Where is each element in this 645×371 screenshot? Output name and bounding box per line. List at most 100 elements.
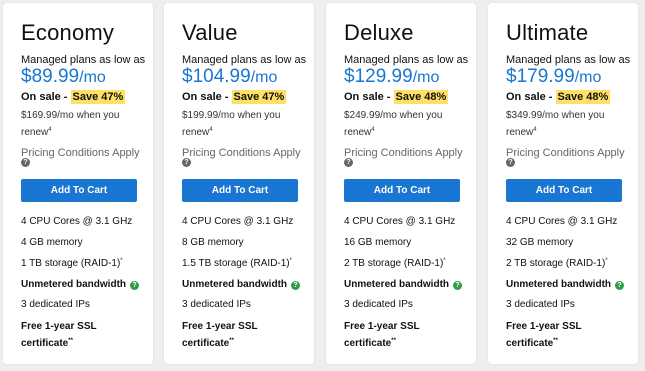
storage-footnote: * xyxy=(605,258,608,264)
price-period: /mo xyxy=(250,69,278,86)
save-badge: Save 48% xyxy=(555,90,611,104)
pricing-conditions-link[interactable]: Pricing Conditions Apply xyxy=(21,147,140,159)
storage-footnote: * xyxy=(289,258,292,264)
storage-text: 1.5 TB storage (RAID-1) xyxy=(182,258,290,269)
renewal-text: $249.99/mo when you renew xyxy=(344,110,443,138)
renewal-footnote: 4 xyxy=(48,127,52,133)
price-period: /mo xyxy=(574,69,602,86)
add-to-cart-button[interactable]: Add To Cart xyxy=(21,179,137,202)
feature-memory: 8 GB memory xyxy=(182,237,244,248)
storage-text: 2 TB storage (RAID-1) xyxy=(506,258,606,269)
ssl-text: Free 1-year SSL certificate xyxy=(506,321,582,349)
bandwidth-text: Unmetered bandwidth xyxy=(344,279,450,290)
feature-storage: 2 TB storage (RAID-1)* xyxy=(506,258,608,269)
renewal-footnote: 4 xyxy=(371,127,375,133)
renewal-footnote: 4 xyxy=(533,127,537,133)
bandwidth-text: Unmetered bandwidth xyxy=(182,279,288,290)
sale-prefix: On sale - xyxy=(506,91,556,103)
ssl-footnote: ** xyxy=(553,338,558,344)
price-period: /mo xyxy=(412,69,440,86)
feature-storage: 1.5 TB storage (RAID-1)* xyxy=(182,258,292,269)
pricing-conditions-link[interactable]: Pricing Conditions Apply xyxy=(182,147,301,159)
renewal-price: $249.99/mo when you renew4 xyxy=(344,108,469,140)
question-circle-icon[interactable]: ? xyxy=(506,158,515,167)
plan-name: Ultimate xyxy=(506,20,589,45)
renewal-text: $199.99/mo when you renew xyxy=(182,110,281,138)
plan-card-deluxe: Deluxe Managed plans as low as $129.99/m… xyxy=(326,3,476,364)
feature-storage: 2 TB storage (RAID-1)* xyxy=(344,258,446,269)
feature-storage: 1 TB storage (RAID-1)* xyxy=(21,258,123,269)
ssl-footnote: ** xyxy=(391,338,396,344)
feature-cpu: 4 CPU Cores @ 3.1 GHz xyxy=(344,216,456,227)
storage-text: 2 TB storage (RAID-1) xyxy=(344,258,444,269)
pricing-conditions-link[interactable]: Pricing Conditions Apply xyxy=(344,147,463,159)
plan-intro: Managed plans as low as xyxy=(344,54,469,66)
sale-prefix: On sale - xyxy=(344,91,394,103)
pricing-cards: Economy Managed plans as low as $89.99/m… xyxy=(0,0,645,371)
ssl-footnote: ** xyxy=(229,338,234,344)
plan-name: Value xyxy=(182,20,238,45)
green-question-circle-icon[interactable]: ? xyxy=(615,281,625,290)
feature-cpu: 4 CPU Cores @ 3.1 GHz xyxy=(506,216,618,227)
plan-name: Economy xyxy=(21,20,115,45)
bandwidth-text: Unmetered bandwidth xyxy=(506,279,612,290)
feature-cpu: 4 CPU Cores @ 3.1 GHz xyxy=(182,216,294,227)
feature-ips: 3 dedicated IPs xyxy=(344,299,413,310)
renewal-text: $349.99/mo when you renew xyxy=(506,110,605,138)
green-question-circle-icon[interactable]: ? xyxy=(291,281,301,290)
sale-prefix: On sale - xyxy=(21,91,71,103)
plan-price: $129.99/mo xyxy=(344,66,439,88)
storage-footnote: * xyxy=(120,258,123,264)
green-question-circle-icon[interactable]: ? xyxy=(453,281,463,290)
price-period: /mo xyxy=(79,69,106,86)
feature-ssl: Free 1-year SSL certificate** xyxy=(506,320,616,351)
save-badge: Save 47% xyxy=(70,90,126,104)
sale-line: On sale - Save 48% xyxy=(506,90,611,104)
feature-memory: 4 GB memory xyxy=(21,237,83,248)
green-question-circle-icon[interactable]: ? xyxy=(130,281,140,290)
bandwidth-text: Unmetered bandwidth xyxy=(21,279,127,290)
plan-name: Deluxe xyxy=(344,20,414,45)
ssl-text: Free 1-year SSL certificate xyxy=(344,321,420,349)
storage-text: 1 TB storage (RAID-1) xyxy=(21,258,121,269)
feature-ips: 3 dedicated IPs xyxy=(506,299,575,310)
feature-bandwidth: Unmetered bandwidth? xyxy=(182,279,301,290)
pricing-conditions-link[interactable]: Pricing Conditions Apply xyxy=(506,147,625,159)
save-badge: Save 47% xyxy=(231,90,287,104)
sale-line: On sale - Save 47% xyxy=(182,90,287,104)
ssl-text: Free 1-year SSL certificate xyxy=(182,321,258,349)
plan-price: $104.99/mo xyxy=(182,66,277,88)
renewal-text: $169.99/mo when you renew xyxy=(21,110,120,138)
feature-bandwidth: Unmetered bandwidth? xyxy=(506,279,625,290)
feature-cpu: 4 CPU Cores @ 3.1 GHz xyxy=(21,216,133,227)
question-circle-icon[interactable]: ? xyxy=(21,158,30,167)
renewal-price: $169.99/mo when you renew4 xyxy=(21,108,146,140)
save-badge: Save 48% xyxy=(393,90,449,104)
plan-card-value: Value Managed plans as low as $104.99/mo… xyxy=(164,3,314,364)
sale-prefix: On sale - xyxy=(182,91,232,103)
ssl-text: Free 1-year SSL certificate xyxy=(21,321,97,349)
plan-intro: Managed plans as low as xyxy=(182,54,307,66)
sale-line: On sale - Save 48% xyxy=(344,90,449,104)
feature-bandwidth: Unmetered bandwidth? xyxy=(344,279,463,290)
feature-memory: 32 GB memory xyxy=(506,237,574,248)
plan-card-ultimate: Ultimate Managed plans as low as $179.99… xyxy=(488,3,638,364)
question-circle-icon[interactable]: ? xyxy=(182,158,191,167)
question-circle-icon[interactable]: ? xyxy=(344,158,353,167)
price-amount: $179.99 xyxy=(506,66,575,87)
feature-ips: 3 dedicated IPs xyxy=(21,299,90,310)
plan-card-economy: Economy Managed plans as low as $89.99/m… xyxy=(3,3,153,364)
feature-memory: 16 GB memory xyxy=(344,237,412,248)
ssl-footnote: ** xyxy=(68,338,73,344)
price-amount: $89.99 xyxy=(21,66,80,87)
storage-footnote: * xyxy=(443,258,446,264)
add-to-cart-button[interactable]: Add To Cart xyxy=(506,179,622,202)
add-to-cart-button[interactable]: Add To Cart xyxy=(344,179,460,202)
plan-price: $89.99/mo xyxy=(21,66,106,88)
plan-intro: Managed plans as low as xyxy=(21,54,146,66)
renewal-price: $349.99/mo when you renew4 xyxy=(506,108,631,140)
sale-line: On sale - Save 47% xyxy=(21,90,126,104)
renewal-footnote: 4 xyxy=(209,127,213,133)
feature-ssl: Free 1-year SSL certificate** xyxy=(21,320,131,351)
add-to-cart-button[interactable]: Add To Cart xyxy=(182,179,298,202)
